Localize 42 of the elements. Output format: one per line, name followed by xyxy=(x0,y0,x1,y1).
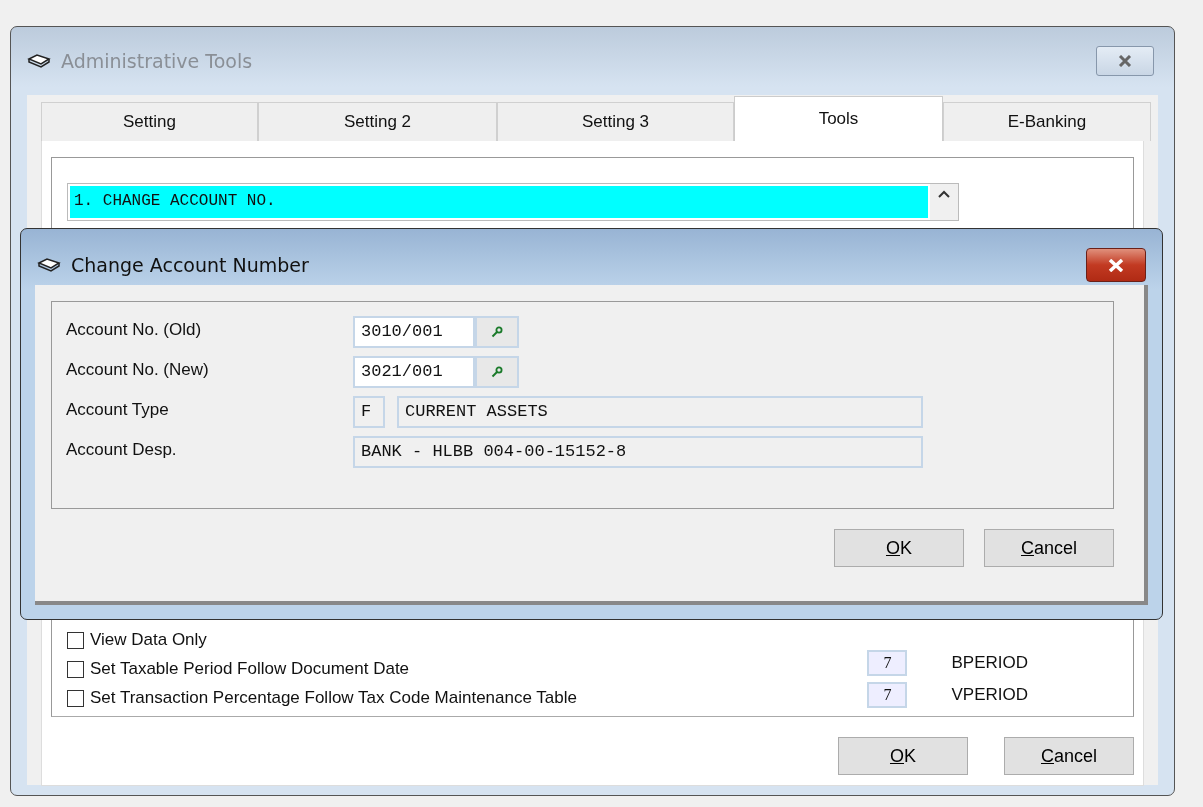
dialog-title: Change Account Number xyxy=(71,254,310,276)
key-icon xyxy=(491,366,503,378)
period-field[interactable]: 7 xyxy=(867,650,908,676)
lookup-button[interactable] xyxy=(475,356,519,388)
field-label: Account No. (New) xyxy=(66,359,210,381)
tab[interactable]: Tools xyxy=(734,96,943,141)
tab[interactable]: Setting 3 xyxy=(497,102,734,141)
close-icon xyxy=(1118,55,1132,67)
close-button[interactable] xyxy=(1096,46,1154,76)
book-icon xyxy=(27,54,51,68)
window-title: Administrative Tools xyxy=(61,50,254,72)
field-label: Account Desp. xyxy=(66,439,178,461)
option-label: Set Transaction Percentage Follow Tax Code Maintenance Table xyxy=(90,688,577,708)
ok-button[interactable]: OK xyxy=(834,529,964,567)
tab[interactable]: E-Banking xyxy=(943,102,1151,141)
period-label: VPERIOD xyxy=(951,685,1028,705)
tab[interactable]: Setting 2 xyxy=(258,102,497,141)
cancel-button[interactable]: Cancel xyxy=(1004,737,1134,775)
book-icon xyxy=(37,258,61,272)
close-button[interactable] xyxy=(1086,248,1146,282)
scroll-up-icon[interactable] xyxy=(938,190,950,198)
type-name-field[interactable]: CURRENT ASSETS xyxy=(397,396,923,428)
period-label: BPERIOD xyxy=(951,653,1028,673)
period-field[interactable]: 7 xyxy=(867,682,908,708)
account-number-field[interactable]: 3010/001 xyxy=(353,316,475,348)
list-item[interactable]: 1. CHANGE ACCOUNT NO. xyxy=(70,186,928,218)
cancel-button[interactable]: Cancel xyxy=(984,529,1114,567)
key-icon xyxy=(491,326,503,338)
close-icon xyxy=(1108,258,1124,272)
option-label: Set Taxable Period Follow Document Date xyxy=(90,659,410,679)
lookup-button[interactable] xyxy=(475,316,519,348)
checkbox[interactable] xyxy=(67,631,84,649)
type-code-field[interactable]: F xyxy=(353,396,385,428)
checkbox[interactable] xyxy=(67,689,84,707)
checkbox[interactable] xyxy=(67,660,84,678)
field-label: Account No. (Old) xyxy=(66,319,203,341)
description-field[interactable]: BANK - HLBB 004-00-15152-8 xyxy=(353,436,923,468)
option-label: View Data Only xyxy=(90,630,207,650)
field-label: Account Type xyxy=(66,399,170,421)
tab[interactable]: Setting xyxy=(41,102,258,141)
ok-button[interactable]: OK xyxy=(838,737,968,775)
account-number-field[interactable]: 3021/001 xyxy=(353,356,475,388)
